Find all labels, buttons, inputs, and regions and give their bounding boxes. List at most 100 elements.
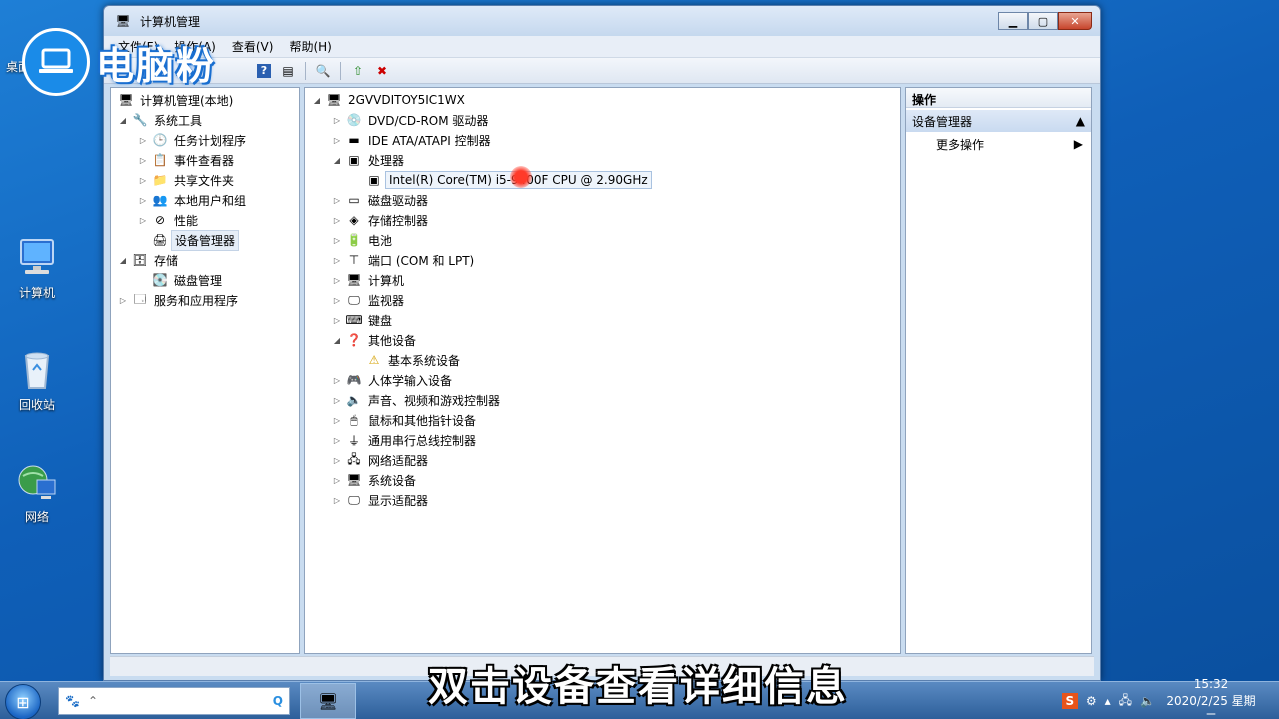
chevron-up-icon[interactable]: ⌃ <box>88 694 98 708</box>
expand-arrow-icon[interactable]: ▷ <box>137 176 149 185</box>
expand-arrow-icon[interactable]: ▷ <box>117 296 129 305</box>
tree-services-apps[interactable]: ▷ 🗔 服务和应用程序 <box>111 290 299 310</box>
tree-device-manager[interactable]: 🖨 设备管理器 <box>111 229 299 251</box>
expand-arrow-icon[interactable]: ▷ <box>137 156 149 165</box>
device-category[interactable]: ▷ 🖱 鼠标和其他指针设备 <box>305 410 900 430</box>
expand-arrow-icon[interactable]: ▷ <box>331 116 343 125</box>
device-category-label: 监视器 <box>368 293 405 308</box>
device-category[interactable]: ▷ 🎮 人体学输入设备 <box>305 370 900 390</box>
device-category[interactable]: ▷ ▬ IDE ATA/ATAPI 控制器 <box>305 130 900 150</box>
volume-icon[interactable]: 🔈 <box>1140 694 1155 708</box>
device-category[interactable]: ▷ ⏚ 通用串行总线控制器 <box>305 430 900 450</box>
update-driver-icon[interactable]: ⇧ <box>348 61 368 81</box>
hid-icon: 🎮 <box>346 373 362 387</box>
tree-storage[interactable]: ◢ 🗄 存储 <box>111 250 299 270</box>
device-category-label: 计算机 <box>368 273 405 288</box>
start-button[interactable]: ⊞ <box>5 684 41 719</box>
expand-arrow-icon[interactable]: ▷ <box>331 276 343 285</box>
network-tray-icon[interactable]: 🖧 <box>1119 691 1132 712</box>
clock-time: 15:32 <box>1193 676 1229 691</box>
expand-arrow-icon[interactable]: ▷ <box>137 196 149 205</box>
device-category[interactable]: ▷ 🖵 显示适配器 <box>305 490 900 510</box>
collapse-arrow-icon[interactable]: ◢ <box>311 96 323 105</box>
device-category[interactable]: ▷ ◈ 存储控制器 <box>305 210 900 230</box>
expand-arrow-icon[interactable]: ▷ <box>331 476 343 485</box>
collapse-arrow-icon[interactable]: ◢ <box>117 116 129 125</box>
expand-arrow-icon[interactable]: ▷ <box>331 436 343 445</box>
taskbar-app-computer-management[interactable]: 🖥 <box>300 683 356 719</box>
tree-local-users[interactable]: ▷ 👥 本地用户和组 <box>111 190 299 210</box>
device-category[interactable]: ▷ ⌨ 键盘 <box>305 310 900 330</box>
tree-event-viewer[interactable]: ▷ 📋 事件查看器 <box>111 150 299 170</box>
tree-task-scheduler[interactable]: ▷ 🕒 任务计划程序 <box>111 130 299 150</box>
submenu-arrow-icon: ▶ <box>1073 137 1083 151</box>
show-hide-pane-icon[interactable]: ▤ <box>278 61 298 81</box>
expand-arrow-icon[interactable]: ▷ <box>331 296 343 305</box>
minimize-button[interactable]: ▁ <box>998 12 1028 30</box>
window-titlebar[interactable]: 🖥 计算机管理 ▁ ▢ ✕ <box>104 6 1100 36</box>
device-category-label: 端口 (COM 和 LPT) <box>368 253 475 268</box>
device-category[interactable]: ▷ ▭ 磁盘驱动器 <box>305 190 900 210</box>
desktop-icon-recycle-bin[interactable]: 回收站 <box>6 348 68 413</box>
device-other-item[interactable]: ⚠ 基本系统设备 <box>305 350 900 370</box>
expand-arrow-icon[interactable]: ▷ <box>331 456 343 465</box>
sogou-input-icon[interactable]: S <box>1061 693 1078 709</box>
maximize-button[interactable]: ▢ <box>1028 12 1058 30</box>
device-category[interactable]: ▷ 🔈 声音、视频和游戏控制器 <box>305 390 900 410</box>
system-tray: S ⚙ ▴ 🖧 🔈 15:32 2020/2/25 星期二 <box>1061 677 1279 719</box>
expand-arrow-icon[interactable]: ▷ <box>331 216 343 225</box>
expand-arrow-icon[interactable]: ▷ <box>331 256 343 265</box>
expand-arrow-icon[interactable]: ▷ <box>331 236 343 245</box>
expand-arrow-icon[interactable]: ▷ <box>331 416 343 425</box>
collapse-up-icon[interactable]: ▲ <box>1076 114 1085 128</box>
device-category[interactable]: ▷ 🖧 网络适配器 <box>305 450 900 470</box>
close-button[interactable]: ✕ <box>1058 12 1092 30</box>
expand-arrow-icon[interactable]: ▷ <box>331 496 343 505</box>
search-icon[interactable]: Q <box>273 694 283 708</box>
device-category[interactable]: ▷ 🖵 监视器 <box>305 290 900 310</box>
clock[interactable]: 15:32 2020/2/25 星期二 <box>1163 676 1259 719</box>
device-tree-root[interactable]: ◢ 🖥 2GVVDITOY5IC1WX <box>305 90 900 110</box>
video-subtitle: 双击设备查看详细信息 <box>428 664 848 710</box>
tree-performance[interactable]: ▷ ⊘ 性能 <box>111 210 299 230</box>
expand-arrow-icon[interactable]: ▷ <box>137 136 149 145</box>
device-category[interactable]: ▷ 🖥 计算机 <box>305 270 900 290</box>
device-category[interactable]: ▷ 🖥 系统设备 <box>305 470 900 490</box>
tree-shared-folders[interactable]: ▷ 📁 共享文件夹 <box>111 170 299 190</box>
device-category[interactable]: ▷ 💿 DVD/CD-ROM 驱动器 <box>305 110 900 130</box>
expand-arrow-icon[interactable]: ▷ <box>331 136 343 145</box>
desktop-icon-computer[interactable]: 计算机 <box>6 236 68 301</box>
tree-disk-management[interactable]: 💽 磁盘管理 <box>111 270 299 290</box>
tree-system-tools[interactable]: ◢ 🔧 系统工具 <box>111 110 299 130</box>
device-cpu-item[interactable]: ▣Intel(R) Core(TM) i5-9400F CPU @ 2.90GH… <box>305 170 900 190</box>
scan-hardware-icon[interactable]: 🔍 <box>313 61 333 81</box>
menu-view[interactable]: 查看(V) <box>232 38 274 55</box>
network-icon <box>15 460 59 504</box>
taskbar-search-box[interactable]: 🐾 ⌃ Q <box>58 687 290 715</box>
recycle-bin-icon <box>15 348 59 392</box>
help-icon[interactable]: ? <box>254 61 274 81</box>
console-tree-pane: 🖥 计算机管理(本地) ◢ 🔧 系统工具 ▷ 🕒 任务计划程序 ▷ 📋 事件查看… <box>110 87 300 654</box>
desktop-icon-network[interactable]: 网络 <box>6 460 68 525</box>
device-category[interactable]: ◢ ▣ 处理器 <box>305 150 900 170</box>
clock-date: 2020/2/25 星期二 <box>1166 693 1256 719</box>
expand-arrow-icon[interactable]: ▷ <box>331 376 343 385</box>
minimize-icon: ▁ <box>1008 14 1018 28</box>
show-hidden-icons-icon[interactable]: ▴ <box>1105 694 1111 708</box>
uninstall-device-icon[interactable]: ✖ <box>372 61 392 81</box>
device-category[interactable]: ▷ 🔋 电池 <box>305 230 900 250</box>
collapse-arrow-icon[interactable]: ◢ <box>117 256 129 265</box>
expand-arrow-icon[interactable]: ▷ <box>331 196 343 205</box>
more-actions-item[interactable]: 更多操作 ▶ <box>906 132 1091 156</box>
toolbar-separator <box>305 61 306 80</box>
actions-section-device-manager[interactable]: 设备管理器 ▲ <box>906 110 1091 132</box>
expand-arrow-icon[interactable]: ▷ <box>331 396 343 405</box>
input-settings-icon[interactable]: ⚙ <box>1086 694 1097 708</box>
expand-arrow-icon[interactable]: ▷ <box>331 316 343 325</box>
device-category[interactable]: ▷ ⊤ 端口 (COM 和 LPT) <box>305 250 900 270</box>
collapse-arrow-icon[interactable]: ◢ <box>331 336 343 345</box>
collapse-arrow-icon[interactable]: ◢ <box>331 156 343 165</box>
menu-help[interactable]: 帮助(H) <box>289 38 331 55</box>
device-category[interactable]: ◢ ❓ 其他设备 <box>305 330 900 350</box>
expand-arrow-icon[interactable]: ▷ <box>137 216 149 225</box>
